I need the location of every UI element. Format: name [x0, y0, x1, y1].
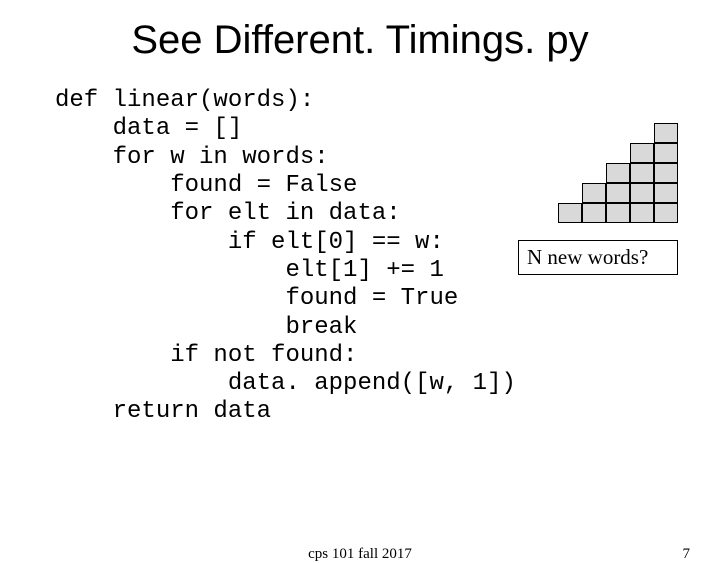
staircase-cell — [606, 183, 630, 203]
staircase-cell — [606, 203, 630, 223]
annotation-box: N new words? — [518, 240, 678, 275]
staircase-row — [558, 163, 678, 183]
staircase-cell — [654, 203, 678, 223]
staircase-row — [558, 123, 678, 143]
staircase-cell — [654, 143, 678, 163]
staircase-cell — [654, 183, 678, 203]
staircase-cell — [582, 183, 606, 203]
staircase-row — [558, 183, 678, 203]
staircase-cell — [630, 143, 654, 163]
staircase-cell — [654, 123, 678, 143]
staircase-cell — [582, 203, 606, 223]
staircase-cell — [630, 183, 654, 203]
footer-course: cps 101 fall 2017 — [308, 546, 412, 563]
footer-page-number: 7 — [683, 546, 691, 563]
staircase-diagram — [558, 123, 678, 223]
staircase-cell — [630, 203, 654, 223]
staircase-cell — [630, 163, 654, 183]
staircase-cell — [558, 203, 582, 223]
staircase-row — [558, 203, 678, 223]
slide-title: See Different. Timings. py — [0, 18, 720, 63]
staircase-cell — [606, 163, 630, 183]
staircase-cell — [654, 163, 678, 183]
staircase-row — [558, 143, 678, 163]
